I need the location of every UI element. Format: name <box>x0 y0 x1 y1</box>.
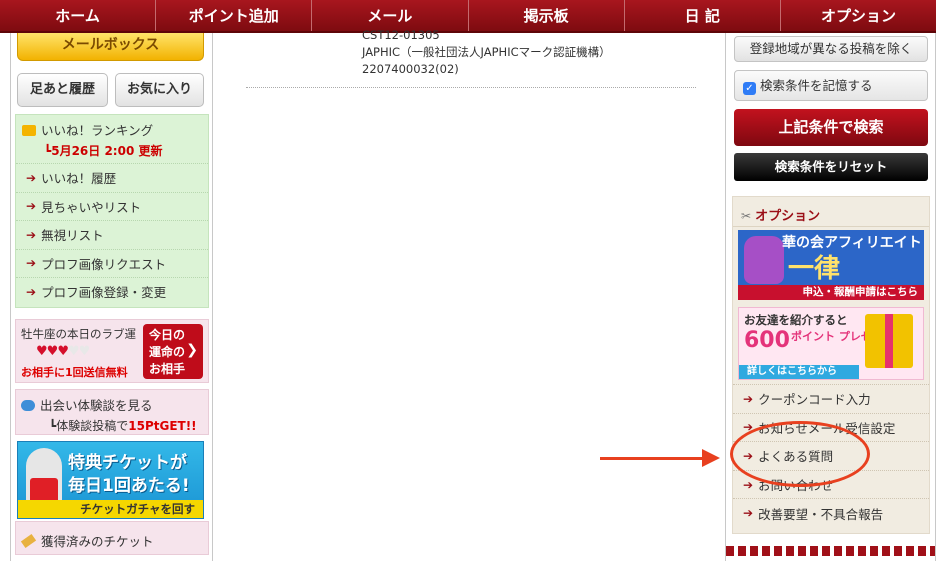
heart-empty-icon: ♥ <box>78 344 91 359</box>
cert-line: CST12-01305 <box>362 28 440 42</box>
friend-referral-banner[interactable]: お友達を紹介すると 600 ポイント プレゼント! 詳しくはこちらから <box>738 307 924 380</box>
menu-label: 無視リスト <box>41 228 104 244</box>
ticket-banner-line2: 毎日1回あたる! <box>68 476 190 496</box>
annotation-highlight-circle <box>730 421 870 487</box>
annotation-arrow-line <box>600 457 704 460</box>
arrow-right-icon: ➔ <box>743 506 754 521</box>
friend-title: お友達を紹介すると <box>744 313 848 327</box>
menu-profile-image-edit[interactable]: ➔ プロフ画像登録・変更 <box>16 277 208 306</box>
nav-options[interactable]: オプション <box>781 0 936 31</box>
ticket-banner-line1: 特典チケットが <box>68 453 187 473</box>
divider <box>246 87 696 88</box>
reset-search-button[interactable]: 検索条件をリセット <box>734 153 928 181</box>
arrow-right-icon: ➔ <box>26 284 37 299</box>
arrow-right-icon: ➔ <box>26 256 37 271</box>
affiliate-banner[interactable]: 華の会アフィリエイト 一律 ￥6,500 申込・報酬申請はこちら <box>738 230 924 300</box>
gacha-machine-icon <box>26 448 62 508</box>
cert-line: JAPHIC（一般社団法人JAPHICマーク認証機構） <box>362 45 611 59</box>
heart-filled-icon: ♥ <box>57 344 69 359</box>
ranking-updated-label: 更新 <box>138 144 163 158</box>
menu-ignore-list[interactable]: ➔ 無視リスト <box>16 220 208 249</box>
footprints-button[interactable]: 足あと履歴 <box>17 73 108 107</box>
ticket-icon <box>20 533 37 549</box>
arrow-right-icon: ➔ <box>26 170 37 185</box>
experience-points: 15PtGET!! <box>128 419 197 433</box>
heart-filled-icon: ♥ <box>46 344 59 359</box>
todays-match-button[interactable]: 今日の 運命の お相手 ❯ <box>143 324 203 379</box>
search-button[interactable]: 上記条件で検索 <box>734 109 928 146</box>
experience-stories-link[interactable]: 出会い体験談を見る ┗体験談投稿で15PtGET!! <box>15 389 209 435</box>
ranking-update: ┗5月26日 2:00 更新 <box>44 144 163 158</box>
favorites-button[interactable]: お気に入り <box>115 73 204 107</box>
menu-label: 見ちゃいやリスト <box>41 199 142 215</box>
crown-icon <box>22 125 36 136</box>
ranking-date: 5月26日 2:00 <box>51 144 135 158</box>
remember-search-checkbox[interactable]: ✓ 検索条件を記憶する <box>734 70 928 101</box>
cert-line: 2207400032(02) <box>362 62 459 76</box>
owned-tickets-label: 獲得済みのチケット <box>41 534 154 549</box>
menu-label: いいね！履歴 <box>41 171 117 187</box>
annotation-arrow-head-icon <box>702 449 720 467</box>
friend-cta: 詳しくはこちらから <box>739 365 859 379</box>
menu-like-history[interactable]: ➔ いいね！履歴 <box>16 163 208 192</box>
page: ホーム ポイント追加 メール 掲示板 日 記 オプション メールボックス 足あと… <box>0 0 936 561</box>
tools-icon: ✂ <box>741 209 752 223</box>
options-header: ✂ オプション <box>733 197 929 227</box>
option-feedback[interactable]: ➔ 改善要望・不具合報告 <box>733 498 929 527</box>
remember-label: 検索条件を記憶する <box>760 78 873 93</box>
cat-mascot-icon <box>744 236 784 284</box>
love-fortune-panel: 牡牛座の本日のラブ運 ♥♥♥♥♥ お相手に1回送信無料 今日の 運命の お相手 … <box>15 319 209 383</box>
owned-tickets-link[interactable]: 獲得済みのチケット <box>15 521 209 555</box>
like-ranking-label: いいね！ランキング <box>41 123 154 138</box>
arrow-right-icon: ➔ <box>26 227 37 242</box>
speech-bubble-icon <box>21 400 35 411</box>
option-label: クーポンコード入力 <box>758 392 871 408</box>
menu-dont-look-list[interactable]: ➔ 見ちゃいやリスト <box>16 191 208 221</box>
like-ranking[interactable]: いいね！ランキング ┗5月26日 2:00 更新 <box>16 115 208 163</box>
experience-sub-prefix: 体験談投稿で <box>56 419 129 433</box>
free-send-note: お相手に1回送信無料 <box>21 366 128 379</box>
friend-points: 600 <box>744 328 790 353</box>
like-menu-panel: いいね！ランキング ┗5月26日 2:00 更新 ➔ いいね！履歴 ➔ 見ちゃいやリ… <box>15 114 209 308</box>
fate-line: お相手 <box>149 362 186 376</box>
menu-label: プロフ画像リクエスト <box>41 256 167 272</box>
heart-filled-icon: ♥ <box>36 344 48 359</box>
options-title: オプション <box>755 209 821 224</box>
checkbox-checked-icon[interactable]: ✓ <box>743 82 756 95</box>
option-coupon-code[interactable]: ➔ クーポンコード入力 <box>733 384 929 413</box>
affiliate-cta: 申込・報酬申請はこちら <box>738 285 924 300</box>
nav-add-points[interactable]: ポイント追加 <box>156 0 313 31</box>
exclude-other-region-button[interactable]: 登録地域が異なる投稿を除く <box>734 36 928 62</box>
nav-diary[interactable]: 日 記 <box>625 0 781 31</box>
mailbox-button[interactable]: メールボックス <box>17 33 204 61</box>
arrow-right-icon: ➔ <box>743 391 754 406</box>
experience-sub: ┗体験談投稿で15PtGET!! <box>49 419 197 433</box>
certification-info: CST12-01305 JAPHIC（一般社団法人JAPHICマーク認証機構） … <box>362 27 611 78</box>
experience-title: 出会い体験談を見る <box>40 398 153 413</box>
decorative-border <box>726 546 935 556</box>
menu-label: プロフ画像登録・変更 <box>41 285 167 301</box>
ticket-banner-cta: チケットガチャを回す <box>18 500 203 518</box>
heart-empty-icon: ♥ <box>67 344 80 359</box>
love-fortune-title: 牡牛座の本日のラブ運 <box>21 327 136 341</box>
nav-home[interactable]: ホーム <box>0 0 157 31</box>
arrow-right-icon: ➔ <box>26 199 37 214</box>
chevron-right-icon: ❯ <box>186 342 198 358</box>
gift-box-icon <box>865 314 913 368</box>
option-label: 改善要望・不具合報告 <box>758 506 884 522</box>
menu-profile-image-request[interactable]: ➔ プロフ画像リクエスト <box>16 248 208 278</box>
heart-rating: ♥♥♥♥♥ <box>36 344 91 359</box>
ticket-gacha-banner[interactable]: 特典チケットが 毎日1回あたる! チケットガチャを回す <box>17 441 204 519</box>
arrow-right-icon: ➔ <box>743 477 754 492</box>
left-sidebar: メールボックス 足あと履歴 お気に入り いいね！ランキング ┗5月26日 2:0… <box>10 33 213 561</box>
